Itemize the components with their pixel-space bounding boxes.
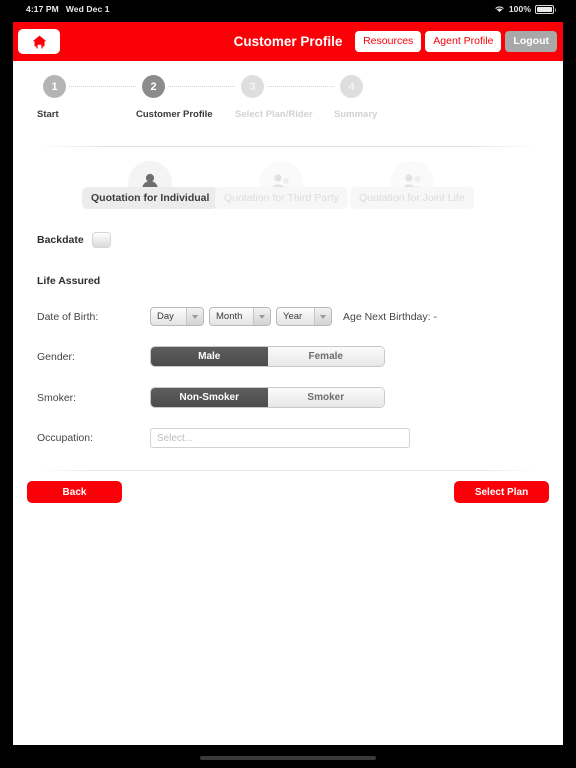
chevron-down-icon	[253, 308, 270, 325]
quotation-third-party-tab[interactable]: Quotation for Third Party	[215, 161, 348, 209]
step-4-number: 4	[340, 75, 363, 98]
dob-year-select[interactable]: Year	[276, 307, 332, 326]
battery-fill	[537, 6, 552, 12]
app-navbar: Customer Profile Resources Agent Profile…	[13, 22, 563, 61]
quotation-individual-tab[interactable]: Quotation for Individual	[82, 161, 219, 209]
gender-label: Gender:	[37, 350, 75, 363]
step-connector-1	[69, 86, 136, 87]
smoker-option-smoker[interactable]: Smoker	[267, 388, 384, 407]
occupation-label: Occupation:	[37, 432, 94, 444]
progress-stepper: 1 Start 2 Customer Profile 3 Select Plan…	[37, 75, 539, 137]
footer-actions: Back Select Plan	[13, 471, 563, 503]
backdate-row: Backdate	[37, 229, 539, 251]
home-icon	[32, 35, 47, 49]
battery-icon	[535, 4, 556, 14]
chevron-down-icon	[314, 308, 331, 325]
dob-year-value: Year	[283, 311, 303, 322]
select-plan-button[interactable]: Select Plan	[454, 481, 549, 503]
status-date: Wed Dec 1	[65, 4, 110, 14]
smoker-row: Smoker: Non-Smoker Smoker	[37, 387, 539, 408]
status-bar-right: 100%	[494, 4, 576, 14]
quotation-joint-life-tab[interactable]: Quotation for Joint Life	[350, 161, 474, 209]
step-3-number: 3	[241, 75, 264, 98]
resources-button[interactable]: Resources	[355, 31, 422, 52]
step-1-number: 1	[43, 75, 66, 98]
age-next-birthday: Age Next Birthday: -	[343, 310, 437, 323]
dob-month-select[interactable]: Month	[209, 307, 271, 326]
smoker-segmented-control: Non-Smoker Smoker	[150, 387, 385, 408]
step-2-number: 2	[142, 75, 165, 98]
step-1-start[interactable]: 1 Start	[37, 75, 136, 120]
customer-profile-form: Backdate Life Assured Date of Birth: Day…	[13, 229, 563, 448]
gender-option-female[interactable]: Female	[267, 347, 384, 366]
step-2-customer-profile[interactable]: 2 Customer Profile	[136, 75, 235, 120]
back-button[interactable]: Back	[27, 481, 122, 503]
occupation-row: Occupation:	[37, 428, 539, 448]
dob-day-select[interactable]: Day	[150, 307, 204, 326]
life-assured-heading: Life Assured	[37, 275, 101, 287]
date-of-birth-label: Date of Birth:	[37, 310, 99, 323]
status-bar-left: 4:17 PM Wed Dec 1	[0, 4, 110, 14]
battery-percent: 100%	[508, 4, 531, 14]
dob-month-value: Month	[216, 311, 243, 322]
stepper-row: 1 Start 2 Customer Profile 3 Select Plan…	[37, 75, 539, 120]
quotation-individual-label: Quotation for Individual	[82, 187, 219, 209]
backdate-toggle[interactable]	[91, 232, 111, 248]
navbar-actions: Resources Agent Profile Logout	[355, 31, 563, 52]
smoker-label: Smoker:	[37, 391, 77, 404]
step-3-label: Select Plan/Rider	[235, 109, 313, 120]
quotation-joint-life-label: Quotation for Joint Life	[350, 187, 474, 209]
status-time: 4:17 PM	[26, 4, 59, 14]
wifi-icon	[494, 5, 505, 13]
smoker-option-non-smoker[interactable]: Non-Smoker	[151, 388, 268, 407]
gender-segmented-control: Male Female	[150, 346, 385, 367]
backdate-label: Backdate	[37, 234, 84, 246]
device-frame: 4:17 PM Wed Dec 1 100% Customer Profile …	[0, 0, 576, 768]
quotation-third-party-label: Quotation for Third Party	[215, 187, 348, 209]
gender-option-male[interactable]: Male	[151, 347, 268, 366]
home-button[interactable]	[18, 29, 60, 54]
date-of-birth-row: Date of Birth: Day Month Year Age Next B…	[37, 307, 539, 326]
header-divider	[37, 146, 539, 147]
logout-button[interactable]: Logout	[505, 31, 557, 52]
step-3-select-plan[interactable]: 3 Select Plan/Rider	[235, 75, 334, 120]
step-connector-3	[267, 86, 334, 87]
app-canvas: Customer Profile Resources Agent Profile…	[13, 22, 563, 745]
step-1-label: Start	[37, 109, 59, 120]
step-2-label: Customer Profile	[136, 109, 213, 120]
step-4-label: Summary	[334, 109, 378, 120]
agent-profile-button[interactable]: Agent Profile	[425, 31, 502, 52]
home-indicator	[200, 756, 376, 760]
step-connector-2	[168, 86, 235, 87]
step-4-summary[interactable]: 4 Summary	[334, 75, 433, 120]
dob-day-value: Day	[157, 311, 174, 322]
quotation-type-tabs: Quotation for Individual Quotation for T…	[35, 161, 563, 219]
ios-status-bar: 4:17 PM Wed Dec 1 100%	[0, 0, 576, 18]
occupation-input[interactable]	[150, 428, 410, 448]
gender-row: Gender: Male Female	[37, 346, 539, 367]
chevron-down-icon	[186, 308, 203, 325]
